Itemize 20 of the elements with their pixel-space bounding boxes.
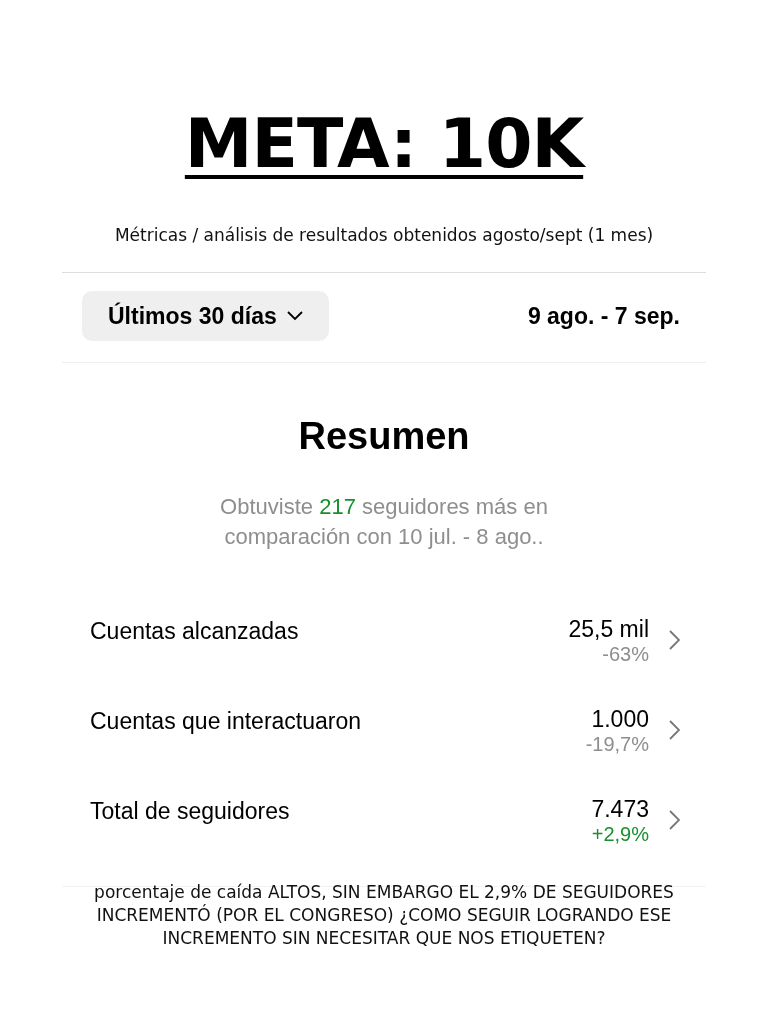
metric-value: 1.000 — [591, 706, 649, 733]
metric-change: -19,7% — [585, 733, 649, 756]
metric-change: +2,9% — [591, 823, 649, 846]
metric-change: -63% — [602, 643, 649, 666]
section-heading: Resumen — [298, 415, 470, 458]
metric-value: 25,5 mil — [568, 616, 649, 643]
date-range-dropdown[interactable]: Últimos 30 días — [82, 291, 329, 341]
summary-text: Obtuviste 217 seguidores más en comparación con 10 jul. - 8 ago.. — [219, 493, 549, 551]
chevron-down-icon — [286, 311, 303, 321]
chevron-right-icon[interactable] — [669, 810, 680, 830]
note-text: porcentaje de caída ALTOS, SIN EMBARGO EL 2,9% DE SEGUIDORES INCREMENTÓ (POR EL CONGRESO) ¿COMO SEGUIR LOGRANDO ESE INCREMENTO SIN NECESITAR QUE NOS ETIQUETEN? — [93, 881, 675, 950]
page-title: META: 10K — [184, 104, 584, 183]
chevron-right-icon[interactable] — [669, 720, 680, 740]
metric-label: Cuentas alcanzadas — [90, 617, 300, 645]
metric-label: Total de seguidores — [90, 797, 291, 825]
metric-value: 7.473 — [591, 796, 649, 823]
subtitle: Métricas / análisis de resultados obtenidos agosto/sept (1 mes) — [114, 225, 654, 245]
chevron-right-icon[interactable] — [669, 630, 680, 650]
date-range: 9 ago. - 7 sep. — [527, 302, 680, 330]
metric-label: Cuentas que interactuaron — [90, 707, 363, 735]
